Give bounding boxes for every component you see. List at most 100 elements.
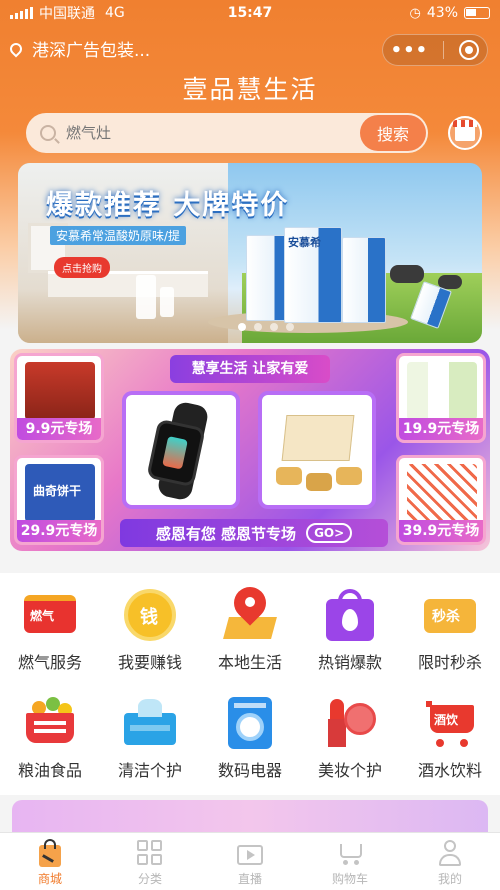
battery-percent: 43% — [426, 5, 458, 21]
promo-9-9-zone[interactable]: 9.9元专场 — [14, 353, 104, 443]
category-label: 数码电器 — [217, 761, 282, 780]
category-local-life[interactable]: 本地生活 — [200, 573, 300, 673]
tab-label: 分类 — [137, 872, 162, 886]
search-button[interactable]: 搜索 — [360, 115, 426, 151]
grocery-basket-icon — [22, 695, 78, 747]
category-gas-service[interactable]: 燃气 燃气服务 — [0, 573, 100, 673]
carousel-indicator — [238, 323, 294, 331]
promo-39-9-zone[interactable]: 39.9元专场 — [396, 455, 486, 545]
cookie-product-image: 曲奇饼干 — [25, 464, 95, 522]
flash-sale-icon: 秒杀 — [422, 587, 478, 639]
noodle-product-image — [25, 362, 95, 420]
signal-icon — [10, 7, 33, 19]
milk-carton: 安慕希 — [284, 227, 342, 323]
snack-card[interactable] — [258, 391, 376, 509]
snack-piece — [336, 467, 362, 485]
network-type: 4G — [105, 5, 125, 21]
cart-icon — [336, 839, 364, 867]
lipstick-icon — [322, 695, 378, 747]
category-grid: 燃气 燃气服务 钱 我要赚钱 本地生活 热销爆款 秒杀 限时秒杀 粮油食品 清洁… — [0, 573, 500, 795]
banner-buy-button[interactable]: 点击抢购 — [54, 257, 110, 278]
tab-category[interactable]: 分类 — [100, 833, 200, 890]
location-pin-icon — [7, 40, 25, 57]
promo-19-9-zone[interactable]: 19.9元专场 — [396, 353, 486, 443]
location-selector[interactable]: 港深广告包装... — [7, 36, 151, 61]
status-bar: 中国联通 4G 15:47 ◷ 43% — [0, 0, 500, 26]
miniprogram-capsule: ••• — [382, 34, 488, 66]
washing-machine-icon — [222, 695, 278, 749]
live-tv-icon — [236, 839, 264, 867]
promo-cell-label: 19.9元专场 — [399, 418, 483, 440]
category-label: 清洁个护 — [117, 761, 182, 780]
search-input[interactable] — [66, 124, 326, 142]
cookie-product-text: 曲奇饼干 — [33, 484, 82, 498]
category-beauty[interactable]: 美妆个护 — [300, 681, 400, 781]
tab-label: 直播 — [237, 872, 262, 886]
banner-headline: 爆款推荐 大牌特价 — [46, 190, 290, 221]
more-icon[interactable]: ••• — [391, 40, 429, 61]
promo-29-9-zone[interactable]: 曲奇饼干 29.9元专场 — [14, 455, 104, 545]
carrier-name: 中国联通 — [39, 6, 95, 22]
search-bar[interactable]: 搜索 — [26, 113, 428, 153]
tab-mine[interactable]: 我的 — [400, 833, 500, 890]
product-brand: 安慕希 — [288, 236, 321, 249]
category-digital[interactable]: 数码电器 — [200, 681, 300, 781]
promo-cell-label: 9.9元专场 — [17, 418, 101, 440]
tab-label: 购物车 — [331, 872, 368, 886]
tab-label: 商城 — [37, 872, 62, 886]
category-label: 热销爆款 — [317, 653, 382, 672]
tab-live[interactable]: 直播 — [200, 833, 300, 890]
promo-section: 慧享生活 让家有爱 9.9元专场 19.9元专场 曲奇饼干 29.9元专场 39… — [10, 349, 490, 551]
milk-carton — [342, 237, 386, 323]
location-text: 港深广告包装... — [32, 41, 151, 61]
coin-icon: 钱 — [122, 587, 178, 641]
category-label: 我要赚钱 — [117, 653, 182, 672]
battery-icon — [464, 7, 490, 19]
map-pin-icon — [222, 580, 278, 639]
store-icon — [453, 120, 477, 141]
category-drinks[interactable]: 酒饮 酒水饮料 — [400, 681, 500, 781]
hero-banner[interactable]: 安慕希 爆款推荐 大牌特价 安慕希常温酸奶原味/提 点击抢购 — [18, 163, 482, 343]
app-title: 壹品慧生活 — [182, 75, 318, 104]
tab-label: 我的 — [437, 872, 462, 886]
category-flash-sale[interactable]: 秒杀 限时秒杀 — [400, 573, 500, 673]
drinks-cart-icon: 酒饮 — [422, 695, 478, 747]
thanksgiving-banner[interactable]: 感恩有您 感恩节专场 GO> — [120, 519, 388, 547]
category-hot-sale[interactable]: 热销爆款 — [300, 573, 400, 673]
user-icon — [436, 839, 464, 867]
snack-pack-image — [407, 464, 477, 522]
bottle-product-image — [407, 362, 477, 420]
store-button[interactable] — [448, 116, 482, 150]
snack-piece — [306, 473, 332, 491]
promo-cell-label: 29.9元专场 — [17, 520, 101, 542]
grid-icon — [136, 839, 164, 867]
category-label: 限时秒杀 — [417, 653, 482, 672]
alarm-icon: ◷ — [409, 5, 421, 21]
search-icon — [40, 125, 56, 141]
thanksgiving-text: 感恩有您 感恩节专场 — [155, 524, 297, 543]
promo-cell-label: 39.9元专场 — [399, 520, 483, 542]
close-miniprogram-icon[interactable] — [459, 40, 480, 60]
hot-bag-icon — [322, 587, 378, 641]
tab-cart[interactable]: 购物车 — [300, 833, 400, 890]
category-label: 粮油食品 — [17, 761, 82, 780]
go-button[interactable]: GO> — [306, 523, 353, 543]
flash-sale-badge: 秒杀 — [432, 609, 460, 625]
category-cleaning[interactable]: 清洁个护 — [100, 681, 200, 781]
drinks-badge: 酒饮 — [434, 713, 459, 727]
category-label: 酒水饮料 — [417, 761, 482, 780]
category-label: 本地生活 — [217, 653, 282, 672]
banner-subline: 安慕希常温酸奶原味/提 — [50, 226, 187, 245]
shop-bag-icon — [36, 839, 64, 867]
tab-mall[interactable]: 商城 — [0, 833, 100, 890]
banner-cow — [390, 265, 424, 283]
category-label: 美妆个护 — [317, 761, 382, 780]
bottom-tab-bar: 商城 分类 直播 购物车 我的 — [0, 832, 500, 890]
coin-badge: 钱 — [140, 607, 158, 628]
smartwatch-card[interactable] — [122, 391, 240, 509]
snack-piece — [276, 467, 302, 485]
category-grain-oil[interactable]: 粮油食品 — [0, 681, 100, 781]
capsule-divider — [443, 41, 445, 59]
category-earn-money[interactable]: 钱 我要赚钱 — [100, 573, 200, 673]
tissue-icon — [122, 695, 178, 747]
